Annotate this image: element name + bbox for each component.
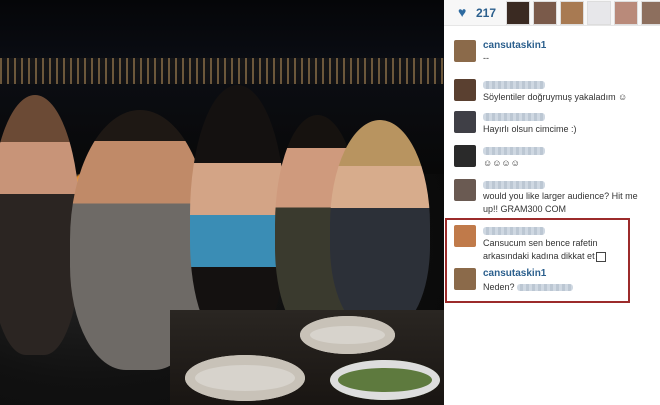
comment-item: cansutaskin1 -- bbox=[444, 38, 660, 74]
highlight-box bbox=[445, 218, 630, 303]
avatar[interactable] bbox=[454, 145, 476, 167]
liker-avatar[interactable] bbox=[587, 1, 611, 25]
avatar[interactable] bbox=[454, 40, 476, 62]
comment-item: would you like larger audience? Hit me u… bbox=[444, 176, 660, 220]
likes-bar: ♥ 217 bbox=[444, 0, 660, 26]
comment-item: Söylentiler doğruymuş yakaladım ☺ bbox=[444, 76, 660, 112]
username-redacted bbox=[483, 147, 545, 155]
plate bbox=[185, 355, 305, 401]
plate bbox=[330, 360, 440, 400]
like-count[interactable]: 217 bbox=[476, 6, 496, 20]
avatar[interactable] bbox=[454, 111, 476, 133]
comment-text: ☺☺☺☺ bbox=[483, 158, 520, 168]
person-3 bbox=[190, 85, 285, 345]
liker-avatar[interactable] bbox=[506, 1, 530, 25]
liker-avatar[interactable] bbox=[533, 1, 557, 25]
comment-text: -- bbox=[483, 53, 489, 63]
comment-text: would you like larger audience? Hit me u… bbox=[483, 191, 638, 214]
avatar[interactable] bbox=[454, 179, 476, 201]
liker-avatar[interactable] bbox=[641, 1, 660, 25]
city-lights bbox=[0, 58, 444, 84]
comment-item: Hayırlı olsun cimcime :) bbox=[444, 108, 660, 144]
comments-panel: ♥ 217 cansutaskin1 -- Söylentiler doğruy… bbox=[444, 0, 660, 405]
comment-text: Hayırlı olsun cimcime :) bbox=[483, 124, 577, 134]
liker-avatar[interactable] bbox=[560, 1, 584, 25]
username-redacted bbox=[483, 113, 545, 121]
heart-icon[interactable]: ♥ bbox=[458, 5, 472, 19]
comment-item: ☺☺☺☺ bbox=[444, 142, 660, 176]
plate bbox=[300, 316, 395, 354]
group-photo bbox=[0, 0, 444, 405]
username-redacted bbox=[483, 181, 545, 189]
avatar[interactable] bbox=[454, 79, 476, 101]
comment-text: Söylentiler doğruymuş yakaladım ☺ bbox=[483, 92, 628, 102]
liker-avatar[interactable] bbox=[614, 1, 638, 25]
username[interactable]: cansutaskin1 bbox=[483, 40, 546, 51]
username-redacted bbox=[483, 81, 545, 89]
person-5 bbox=[330, 120, 430, 330]
